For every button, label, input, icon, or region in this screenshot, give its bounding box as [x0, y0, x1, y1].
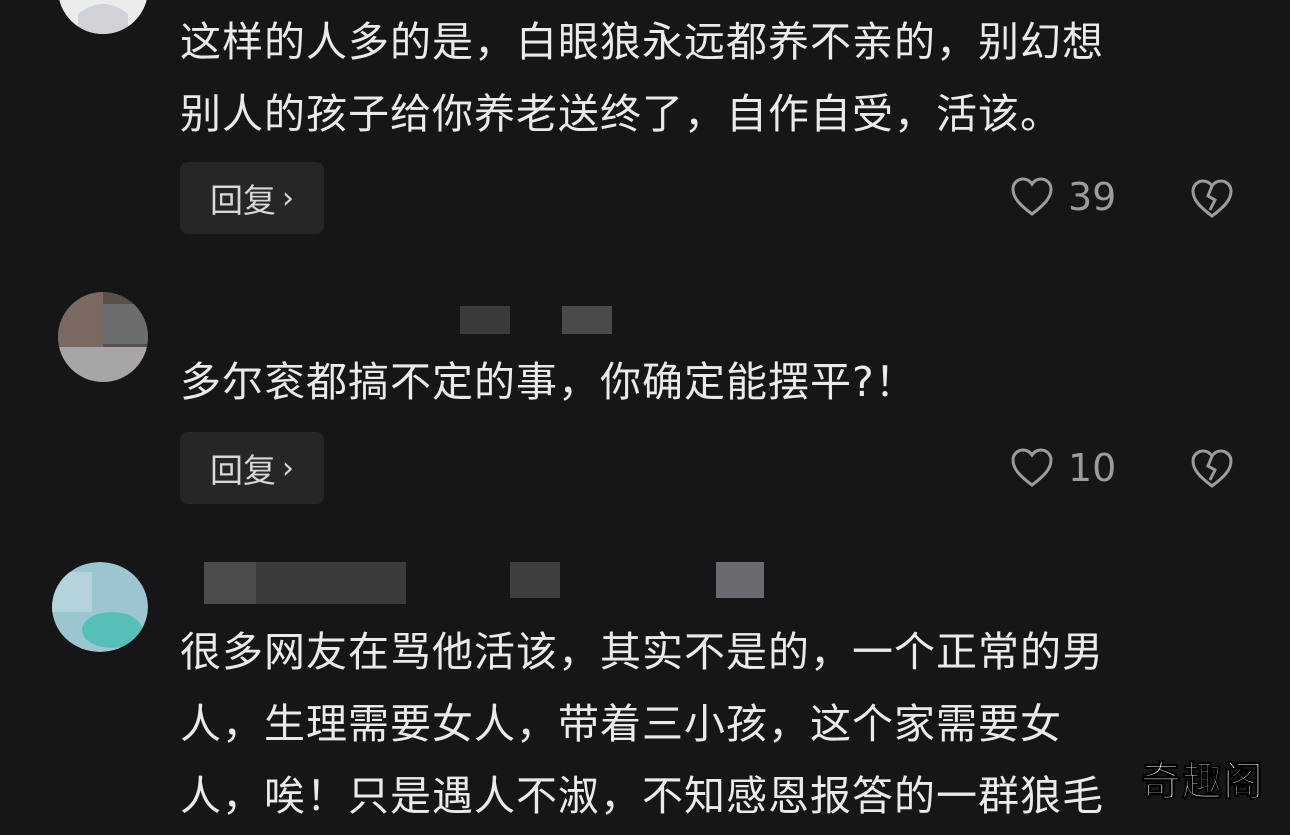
- avatar[interactable]: [58, 292, 148, 382]
- avatar-image: [52, 562, 148, 652]
- avatar[interactable]: [52, 562, 148, 652]
- dislike-button[interactable]: [1190, 448, 1234, 494]
- comment-text-line: 人，唉！只是遇人不淑，不知感恩报答的一群狼毛: [180, 772, 1104, 820]
- avatar[interactable]: [58, 0, 148, 34]
- dislike-button[interactable]: [1190, 178, 1234, 224]
- like-button[interactable]: 39: [1010, 175, 1116, 219]
- like-count: 10: [1068, 446, 1117, 490]
- comment-text-line: 很多网友在骂他活该，其实不是的，一个正常的男: [180, 628, 1104, 676]
- reply-button[interactable]: 回复 ›: [180, 162, 324, 234]
- like-button[interactable]: 10: [1010, 446, 1116, 490]
- chevron-right-icon: ›: [282, 450, 294, 486]
- avatar-image: [59, 0, 147, 34]
- heart-outline-icon: [1011, 448, 1053, 487]
- reply-label: 回复: [210, 181, 276, 220]
- comment-text-line: 多尔衮都搞不定的事，你确定能摆平?！: [180, 358, 917, 406]
- reply-button[interactable]: 回复 ›: [180, 432, 324, 504]
- comment-text-line: 别人的孩子给你养老送终了，自作自受，活该。: [180, 90, 1062, 138]
- heart-outline-icon: [1011, 177, 1053, 216]
- avatar-image: [58, 292, 148, 382]
- reply-label: 回复: [210, 451, 276, 490]
- watermark: 奇趣阁: [1141, 759, 1264, 806]
- comment-text: 多尔衮都搞不定的事，你确定能摆平?！: [180, 346, 1240, 418]
- comment-text: 这样的人多的是，白眼狼永远都养不亲的，别幻想 别人的孩子给你养老送终了，自作自受…: [180, 6, 1240, 150]
- username-redacted: [204, 562, 256, 604]
- username-redacted: [256, 562, 406, 604]
- username-redacted: [510, 562, 560, 598]
- comment-text-line: 人，生理需要女人，带着三小孩，这个家需要女: [180, 700, 1062, 748]
- username-redacted: [716, 562, 764, 598]
- like-count: 39: [1068, 175, 1117, 219]
- username-redacted: [460, 306, 510, 334]
- chevron-right-icon: ›: [282, 180, 294, 216]
- broken-heart-icon: [1191, 179, 1233, 218]
- comment-text-line: 这样的人多的是，白眼狼永远都养不亲的，别幻想: [180, 18, 1104, 66]
- comment-text: 很多网友在骂他活该，其实不是的，一个正常的男 人，生理需要女人，带着三小孩，这个…: [180, 616, 1240, 832]
- broken-heart-icon: [1191, 449, 1233, 488]
- username-redacted: [562, 306, 612, 334]
